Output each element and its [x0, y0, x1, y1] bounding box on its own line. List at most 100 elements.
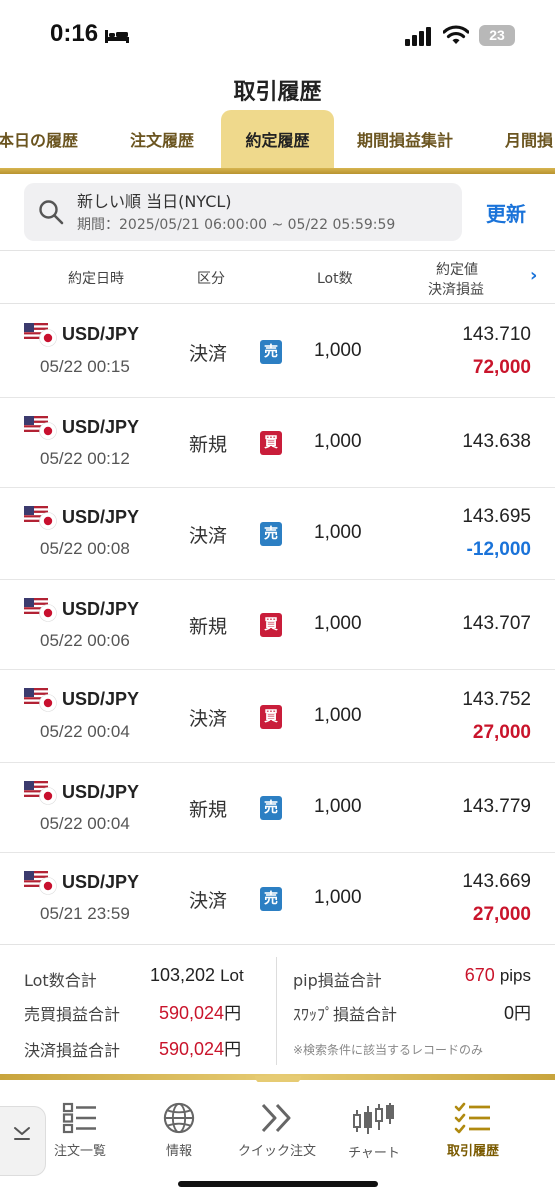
trade-kind: 新規 [189, 616, 228, 638]
settlement-pl: 27,000 [472, 722, 531, 743]
execution-datetime: 05/22 00:04 [40, 722, 130, 741]
lot-amount: 1,000 [314, 705, 362, 726]
execution-datetime: 05/21 23:59 [40, 904, 130, 923]
col-kind: 区分 [197, 271, 225, 287]
trade-list: USD/JPY 05/22 00:15 決済 売 1,000 143.710 7… [0, 305, 555, 945]
buy-badge: 買 [260, 705, 282, 729]
settlement-pl: 27,000 [472, 904, 531, 925]
trade-kind: 新規 [189, 434, 228, 456]
execution-datetime: 05/22 00:08 [40, 539, 130, 558]
lot-amount: 1,000 [314, 522, 362, 543]
chevron-right-icon[interactable]: › [530, 265, 537, 286]
search-filter[interactable]: 新しい順 当日(NYCL) 期間：2025/05/21 06:00:00 ~ 0… [24, 183, 462, 241]
currency-pair: USD/JPY [62, 599, 140, 619]
table-row[interactable]: USD/JPY 05/22 00:15 決済 売 1,000 143.710 7… [0, 305, 555, 398]
currency-pair: USD/JPY [62, 324, 140, 344]
lot-amount: 1,000 [314, 340, 362, 361]
nav-info[interactable]: 情報 [131, 1102, 227, 1159]
candlestick-icon [353, 1103, 394, 1134]
trade-kind: 決済 [189, 890, 228, 912]
settlement-pl: 72,000 [472, 357, 531, 378]
double-chevron-icon [261, 1103, 291, 1133]
col-date: 約定日時 [68, 271, 124, 287]
execution-price: 143.638 [462, 431, 531, 452]
lot-amount: 1,000 [314, 887, 362, 908]
sell-badge: 売 [260, 796, 282, 820]
battery-indicator: 23 [479, 25, 515, 46]
tab-today-history[interactable]: 本日の履歴 [0, 110, 78, 172]
usd-jpy-flag-icon [24, 598, 57, 622]
wifi-icon [443, 25, 469, 44]
trade-kind: 決済 [189, 708, 228, 730]
usd-jpy-flag-icon [24, 781, 57, 805]
tab-period-pl-summary[interactable]: 期間損益集計 [357, 110, 453, 172]
list-icon [62, 1102, 96, 1134]
currency-pair: USD/JPY [62, 782, 140, 802]
trade-kind: 決済 [189, 343, 228, 365]
usd-jpy-flag-icon [24, 416, 57, 440]
status-time: 0:16 [50, 20, 99, 47]
sell-badge: 売 [260, 887, 282, 911]
search-sort-condition: 新しい順 当日(NYCL) [77, 192, 232, 211]
collapse-down-icon [14, 1127, 30, 1140]
lot-total-label: Lot数合計 [24, 971, 97, 990]
pip-pl-value: 670 pips [464, 965, 531, 985]
search-period: 期間：2025/05/21 06:00:00 ~ 05/22 05:59:59 [77, 217, 396, 233]
execution-price: 143.695 [462, 506, 531, 527]
execution-price: 143.752 [462, 689, 531, 710]
table-row[interactable]: USD/JPY 05/22 00:04 新規 売 1,000 143.779 [0, 763, 555, 853]
currency-pair: USD/JPY [62, 417, 140, 437]
usd-jpy-flag-icon [24, 506, 57, 530]
table-row[interactable]: USD/JPY 05/22 00:06 新規 買 1,000 143.707 [0, 580, 555, 670]
tab-bar: 本日の履歴 注文履歴 約定履歴 期間損益集計 月間損 [0, 110, 555, 176]
home-indicator[interactable] [178, 1181, 378, 1187]
nav-label: チャート [348, 1146, 400, 1161]
trade-kind: 新規 [189, 799, 228, 821]
usd-jpy-flag-icon [24, 871, 57, 895]
trade-pl-value: 590,024円 [159, 1003, 242, 1023]
table-row[interactable]: USD/JPY 05/22 00:04 決済 買 1,000 143.752 2… [0, 670, 555, 763]
sell-badge: 売 [260, 522, 282, 546]
execution-datetime: 05/22 00:15 [40, 357, 130, 376]
status-bar: 0:16 23 [0, 0, 555, 70]
nav-trade-history[interactable]: 取引履歴 [425, 1102, 521, 1159]
col-pl: 決済損益 [428, 282, 484, 298]
nav-quick-order[interactable]: クイック注文 [229, 1102, 325, 1159]
swap-pl-label: ｽﾜｯﾌﾟ損益合計 [293, 1005, 398, 1024]
nav-order-list[interactable]: 注文一覧 [32, 1102, 128, 1159]
summary-note: ※検索条件に該当するレコードのみ [293, 1043, 484, 1057]
tab-underline [0, 168, 555, 174]
currency-pair: USD/JPY [62, 689, 140, 709]
currency-pair: USD/JPY [62, 872, 140, 892]
trade-pl-label: 売買損益合計 [24, 1005, 121, 1024]
trade-kind: 決済 [189, 525, 228, 547]
execution-price: 143.707 [462, 613, 531, 634]
signal-icon [405, 27, 431, 46]
tab-order-history[interactable]: 注文履歴 [130, 110, 194, 172]
nav-label: クイック注文 [237, 1144, 316, 1159]
table-row[interactable]: USD/JPY 05/21 23:59 決済 売 1,000 143.669 2… [0, 853, 555, 945]
globe-icon [163, 1102, 195, 1134]
sell-badge: 売 [260, 340, 282, 364]
swap-pl-value: 0円 [503, 1003, 531, 1023]
execution-price: 143.779 [462, 796, 531, 817]
col-price: 約定値 [436, 262, 478, 278]
table-row[interactable]: USD/JPY 05/22 00:08 決済 売 1,000 143.695 -… [0, 488, 555, 580]
buy-badge: 買 [260, 431, 282, 455]
settle-pl-value: 590,024円 [159, 1039, 242, 1059]
search-icon [39, 200, 64, 225]
checklist-icon [454, 1102, 490, 1134]
nav-chart[interactable]: チャート [326, 1102, 422, 1161]
usd-jpy-flag-icon [24, 688, 57, 712]
currency-pair: USD/JPY [62, 507, 140, 527]
bed-icon [105, 30, 129, 43]
tab-monthly-pl[interactable]: 月間損 [505, 110, 553, 172]
buy-badge: 買 [260, 613, 282, 637]
tab-execution-history[interactable]: 約定履歴 [221, 110, 334, 172]
summary-panel: Lot数合計 103,202 Lot 売買損益合計 590,024円 決済損益合… [0, 944, 555, 1074]
settlement-pl: -12,000 [466, 539, 531, 560]
table-row[interactable]: USD/JPY 05/22 00:12 新規 買 1,000 143.638 [0, 398, 555, 488]
lot-total-value: 103,202 Lot [150, 965, 244, 985]
nav-label: 取引履歴 [446, 1144, 499, 1159]
refresh-button[interactable]: 更新 [486, 198, 526, 227]
